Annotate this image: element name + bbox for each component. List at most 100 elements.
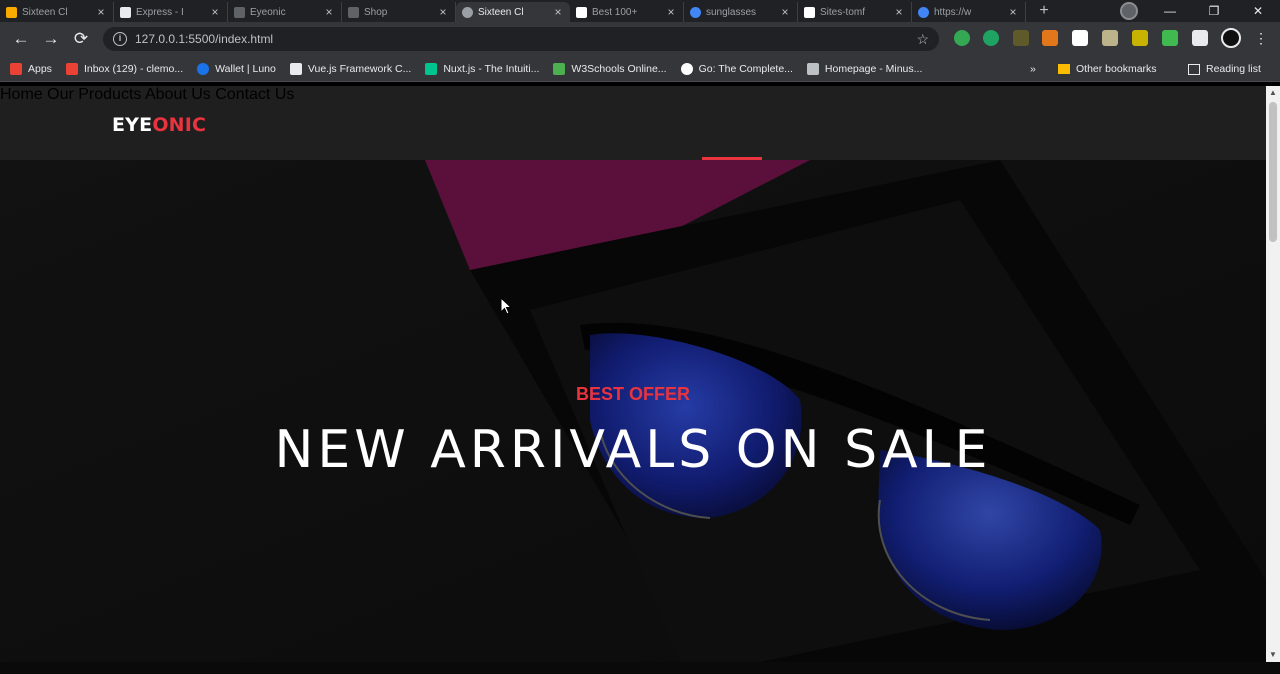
scroll-up-arrow-icon[interactable]: ▲: [1266, 86, 1280, 100]
tab-close-icon[interactable]: ×: [552, 5, 564, 19]
bookmark-item[interactable]: Homepage - Minus...: [806, 62, 923, 75]
site-logo[interactable]: EYEONIC: [112, 114, 206, 136]
extension-camera-icon[interactable]: [1132, 30, 1148, 46]
bottom-edge: [0, 662, 1280, 674]
reading-list[interactable]: Reading list: [1188, 56, 1261, 82]
browser-tab[interactable]: https://w ×: [912, 2, 1026, 22]
gmail-icon: [65, 62, 78, 75]
forward-button[interactable]: →: [36, 29, 66, 49]
browser-menu-icon[interactable]: ⋮: [1254, 30, 1268, 47]
browser-tab[interactable]: Eyeonic ×: [228, 2, 342, 22]
bookmark-item[interactable]: Go: The Complete...: [680, 62, 793, 75]
minus-icon: [806, 62, 819, 75]
restore-button[interactable]: ❐: [1192, 4, 1236, 18]
bookmark-label: Go: The Complete...: [698, 62, 793, 75]
browser-tab[interactable]: Express - I ×: [114, 2, 228, 22]
tab-close-icon[interactable]: ×: [893, 5, 905, 19]
tab-favicon-icon: [120, 7, 131, 18]
tab-close-icon[interactable]: ×: [95, 5, 107, 19]
tab-favicon-icon: [576, 7, 587, 18]
more-bookmarks-button[interactable]: »: [1030, 56, 1036, 82]
vue-icon: [289, 62, 302, 75]
browser-tab[interactable]: Best 100+ ×: [570, 2, 684, 22]
web-page: EYEONIC Home Our Products About Us Conta…: [0, 86, 1266, 662]
scroll-down-arrow-icon[interactable]: ▼: [1266, 648, 1280, 662]
tab-close-icon[interactable]: ×: [323, 5, 335, 19]
new-tab-button[interactable]: +: [1032, 2, 1056, 22]
reload-button[interactable]: ⟳: [66, 29, 96, 49]
scrollbar-thumb[interactable]: [1269, 102, 1277, 242]
bookmark-label: Inbox (129) - clemo...: [83, 62, 184, 75]
page-scrollbar[interactable]: ▲ ▼: [1266, 86, 1280, 662]
browser-tab[interactable]: Sites-tomf ×: [798, 2, 912, 22]
nav-about-us[interactable]: About Us: [145, 86, 211, 103]
bookmark-item[interactable]: Apps: [10, 62, 52, 75]
other-bookmarks[interactable]: Other bookmarks: [1058, 56, 1157, 82]
bookmark-star-icon[interactable]: ☆: [916, 31, 929, 48]
bookmark-label: W3Schools Online...: [571, 62, 667, 75]
tab-title: Best 100+: [592, 6, 638, 18]
udemy-icon: [680, 62, 693, 75]
tab-title: Eyeonic: [250, 6, 286, 18]
bookmark-label: Wallet | Luno: [215, 62, 276, 75]
profile-avatar-icon[interactable]: [1221, 28, 1241, 48]
nav-home[interactable]: Home: [0, 86, 43, 103]
site-info-icon[interactable]: i: [113, 32, 127, 46]
browser-tab-active[interactable]: Sixteen Cl ×: [456, 2, 570, 22]
tab-favicon-icon: [690, 7, 701, 18]
bookmark-item[interactable]: Nuxt.js - The Intuiti...: [425, 62, 540, 75]
tab-close-icon[interactable]: ×: [779, 5, 791, 19]
tab-close-icon[interactable]: ×: [1007, 5, 1019, 19]
hero-banner: BEST OFFER NEW ARRIVALS ON SALE: [0, 160, 1266, 662]
extension-vue-devtools-icon[interactable]: [1162, 30, 1178, 46]
bookmark-item[interactable]: W3Schools Online...: [553, 62, 667, 75]
tab-title: Sites-tomf: [820, 6, 866, 18]
tab-favicon-icon: [348, 7, 359, 18]
tab-close-icon[interactable]: ×: [437, 5, 449, 19]
browser-tab[interactable]: sunglasses ×: [684, 2, 798, 22]
nav-our-products[interactable]: Our Products: [47, 86, 141, 103]
tab-close-icon[interactable]: ×: [209, 5, 221, 19]
extension-pen-icon[interactable]: [1102, 30, 1118, 46]
extensions-puzzle-icon[interactable]: [1192, 30, 1208, 46]
extension-metamask-icon[interactable]: [1042, 30, 1058, 46]
logo-part-white: EYE: [112, 114, 153, 136]
tab-title: sunglasses: [706, 6, 757, 18]
browser-toolbar: ← → ⟳ i 127.0.0.1:5500/index.html ☆ ⋮: [0, 22, 1280, 56]
site-header: EYEONIC Home Our Products About Us Conta…: [0, 86, 1266, 160]
address-bar[interactable]: i 127.0.0.1:5500/index.html ☆: [103, 27, 939, 51]
luno-icon: [197, 62, 210, 75]
bookmarks-bar: Apps Inbox (129) - clemo... Wallet | Lun…: [0, 56, 1280, 82]
tab-title: Shop: [364, 6, 388, 18]
nav-contact-us[interactable]: Contact Us: [215, 86, 294, 103]
minimize-button[interactable]: —: [1148, 4, 1192, 18]
browser-tab[interactable]: Shop ×: [342, 2, 456, 22]
tab-favicon-icon: [234, 7, 245, 18]
bookmark-item[interactable]: Inbox (129) - clemo...: [65, 62, 184, 75]
extension-shield-icon[interactable]: [954, 30, 970, 46]
mouse-cursor-icon: [500, 297, 512, 315]
tab-title: Express - I: [136, 6, 184, 18]
extension-heart-icon[interactable]: [1072, 30, 1088, 46]
bookmark-label: Nuxt.js - The Intuiti...: [443, 62, 540, 75]
tab-title: Sixteen Cl: [22, 6, 68, 18]
hero-overlay: [0, 160, 1266, 662]
bookmark-label: Homepage - Minus...: [824, 62, 923, 75]
close-window-button[interactable]: ✕: [1236, 4, 1280, 18]
tab-favicon-icon: [6, 7, 17, 18]
tab-strip: Sixteen Cl × Express - I × Eyeonic × Shop × …: [0, 0, 1280, 22]
tab-favicon-icon: [804, 7, 815, 18]
bookmark-item[interactable]: Wallet | Luno: [197, 62, 276, 75]
url-text[interactable]: 127.0.0.1:5500/index.html: [135, 32, 916, 46]
tab-favicon-icon: [462, 7, 473, 18]
tab-title: https://w: [934, 6, 972, 18]
profile-icon[interactable]: [1120, 2, 1138, 20]
browser-tab[interactable]: Sixteen Cl ×: [0, 2, 114, 22]
extension-y-icon[interactable]: [1013, 30, 1029, 46]
w3schools-icon: [553, 62, 566, 75]
bookmark-item[interactable]: Vue.js Framework C...: [289, 62, 411, 75]
back-button[interactable]: ←: [6, 29, 36, 49]
extension-grammarly-icon[interactable]: [983, 30, 999, 46]
logo-part-red: ONIC: [152, 114, 207, 136]
tab-close-icon[interactable]: ×: [665, 5, 677, 19]
